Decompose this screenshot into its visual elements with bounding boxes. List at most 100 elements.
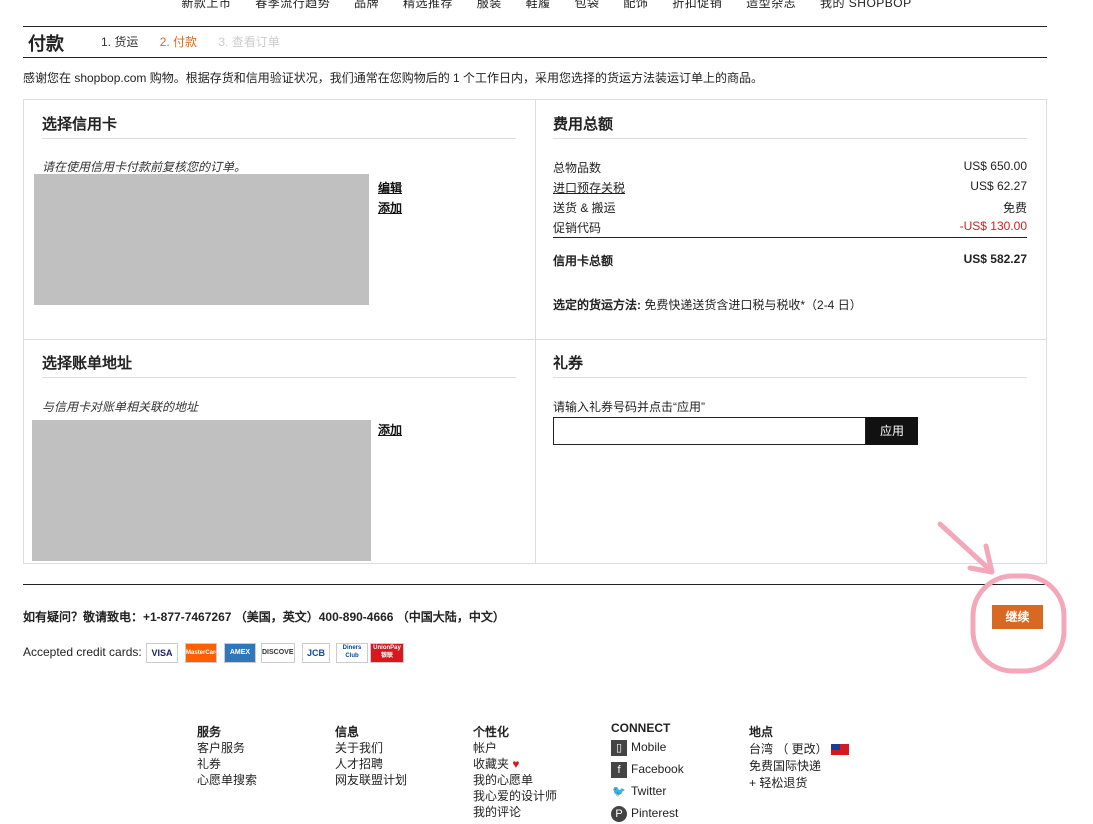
- footer-heading: 服务: [197, 725, 222, 739]
- gift-prompt: 请输入礼券号码并点击“应用”: [553, 400, 705, 414]
- footer-link[interactable]: 我的评论: [473, 804, 557, 820]
- divider: [23, 339, 1047, 340]
- footer-link[interactable]: 礼券: [197, 756, 257, 772]
- top-navigation: 新款上市 春季流行趋势 品牌 精选推荐 服装 鞋履 包袋 配饰 折扣促销 造型杂…: [0, 0, 1093, 11]
- nav-item[interactable]: 新款上市: [181, 0, 231, 11]
- promo-value: -US$ 130.00: [959, 219, 1027, 233]
- divider: [535, 99, 536, 564]
- footer-link-label: 收藏夹: [473, 757, 510, 771]
- change-region-link[interactable]: 台湾 （ 更改）: [749, 742, 828, 756]
- footer-link[interactable]: 关于我们: [335, 740, 407, 756]
- divider: [553, 138, 1027, 139]
- billing-note: 与信用卡对账单相关联的地址: [42, 400, 199, 414]
- footer-link-facebook[interactable]: f Facebook: [611, 758, 684, 780]
- footer-link-twitter[interactable]: 🐦 Twitter: [611, 780, 684, 802]
- annotation-highlight: [937, 521, 1067, 674]
- shipping-method-label: 选定的货运方法:: [553, 298, 641, 312]
- divider: [23, 57, 1047, 58]
- footer-link[interactable]: + 轻松退货: [749, 775, 849, 792]
- footer-link[interactable]: 客户服务: [197, 740, 257, 756]
- summary-value: US$ 650.00: [963, 159, 1027, 173]
- shipping-method: 选定的货运方法: 免费快递送货含进口税与税收*（2-4 日）: [553, 296, 1027, 313]
- edit-card-link[interactable]: 编辑: [378, 179, 402, 196]
- amex-icon: AMEX: [224, 643, 256, 663]
- unionpay-icon: UnionPay 银联: [370, 643, 404, 663]
- shipping-method-value: 免费快递送货含进口税与税收*（2-4 日）: [644, 298, 862, 312]
- summary-heading: 费用总额: [553, 116, 614, 133]
- apply-button[interactable]: 应用: [866, 417, 918, 445]
- footer-link-label: Facebook: [631, 762, 684, 776]
- taiwan-flag-icon: [831, 744, 850, 756]
- jcb-icon: JCB: [302, 643, 330, 663]
- footer-link[interactable]: 人才招聘: [335, 756, 407, 772]
- pinterest-icon: P: [611, 805, 627, 822]
- footer-region: 台湾 （ 更改）: [749, 741, 850, 758]
- footer-link-label: Twitter: [631, 784, 667, 798]
- step-review: 3. 查看订单: [218, 35, 280, 49]
- nav-item[interactable]: 包袋: [575, 0, 600, 11]
- footer-heading: 地点: [749, 725, 774, 739]
- facebook-icon: f: [611, 761, 627, 778]
- footer-personal: 个性化 帐户 收藏夹 ♥ 我的心愿单 我心爱的设计师 我的评论: [473, 724, 557, 820]
- billing-heading: 选择账单地址: [42, 355, 133, 372]
- footer-link-favorites[interactable]: 收藏夹 ♥: [473, 756, 557, 772]
- summary-row: 送货 & 搬运 免费: [553, 199, 1027, 216]
- nav-item[interactable]: 我的 SHOPBOP: [820, 0, 912, 11]
- divider: [553, 237, 1027, 238]
- duties-link[interactable]: 进口预存关税: [553, 181, 625, 195]
- nav-item[interactable]: 春季流行趋势: [255, 0, 330, 11]
- footer-heading: 个性化: [473, 725, 510, 739]
- summary-value: US$ 62.27: [970, 179, 1027, 193]
- summary-row: 促销代码 -US$ 130.00: [553, 219, 1027, 236]
- footer-service: 服务 客户服务 礼券 心愿单搜索: [197, 724, 257, 788]
- summary-label: 促销代码: [553, 221, 602, 235]
- page-title: 付款: [28, 34, 64, 54]
- checkout-steps: 1. 货运 2. 付款 3. 查看订单: [101, 33, 298, 50]
- help-text: 如有疑问？敬请致电：+1-877-7467267 （美国，英文）400-890-…: [23, 610, 505, 624]
- credit-card-heading: 选择信用卡: [42, 116, 118, 133]
- nav-item[interactable]: 鞋履: [526, 0, 551, 11]
- annotation-circle: [970, 573, 1067, 674]
- footer-location: 地点 台湾 （ 更改） 免费国际快递 + 轻松退货: [749, 724, 850, 792]
- divider: [42, 138, 516, 139]
- footer-link[interactable]: 心愿单搜索: [197, 772, 257, 788]
- total-value: US$ 582.27: [963, 252, 1027, 266]
- add-card-link[interactable]: 添加: [378, 199, 402, 216]
- annotation-arrow-shaft: [937, 521, 991, 571]
- footer-link[interactable]: 我心爱的设计师: [473, 788, 557, 804]
- footer-link[interactable]: 免费国际快递: [749, 758, 849, 775]
- credit-card-redacted: [34, 174, 369, 305]
- footer-link[interactable]: 帐户: [473, 740, 557, 756]
- visa-icon: VISA: [146, 643, 178, 663]
- mobile-icon: ▯: [611, 739, 627, 756]
- twitter-icon: 🐦: [612, 785, 626, 798]
- step-shipping[interactable]: 1. 货运: [101, 35, 138, 49]
- step-payment: 2. 付款: [159, 35, 198, 49]
- accepted-cards-label: Accepted credit cards:: [23, 645, 142, 659]
- nav-item[interactable]: 配饰: [623, 0, 648, 11]
- credit-card-note: 请在使用信用卡付款前复核您的订单。: [42, 160, 247, 174]
- divider: [23, 26, 1047, 27]
- add-address-link[interactable]: 添加: [378, 421, 402, 438]
- billing-address-redacted: [32, 420, 371, 561]
- nav-item[interactable]: 服装: [477, 0, 502, 11]
- nav-item[interactable]: 造型杂志: [746, 0, 796, 11]
- footer-link[interactable]: 我的心愿单: [473, 772, 557, 788]
- gift-heading: 礼券: [553, 355, 584, 372]
- footer-info: 信息 关于我们 人才招聘 网友联盟计划: [335, 724, 407, 788]
- nav-item[interactable]: 精选推荐: [403, 0, 453, 11]
- heart-icon: ♥: [512, 757, 520, 771]
- summary-row: 进口预存关税 US$ 62.27: [553, 179, 1027, 196]
- total-label: 信用卡总额: [553, 254, 614, 268]
- summary-row: 总物品数 US$ 650.00: [553, 159, 1027, 176]
- footer-link-mobile[interactable]: ▯ Mobile: [611, 736, 684, 758]
- gift-code-input[interactable]: [553, 417, 866, 445]
- divider: [23, 584, 1047, 585]
- footer-link[interactable]: 网友联盟计划: [335, 772, 407, 788]
- nav-item[interactable]: 品牌: [354, 0, 379, 11]
- footer-link-label: Mobile: [631, 740, 667, 754]
- footer-link-pinterest[interactable]: P Pinterest: [611, 802, 684, 824]
- summary-label: 送货 & 搬运: [553, 201, 616, 215]
- summary-value: 免费: [1002, 201, 1027, 215]
- nav-item[interactable]: 折扣促销: [672, 0, 722, 11]
